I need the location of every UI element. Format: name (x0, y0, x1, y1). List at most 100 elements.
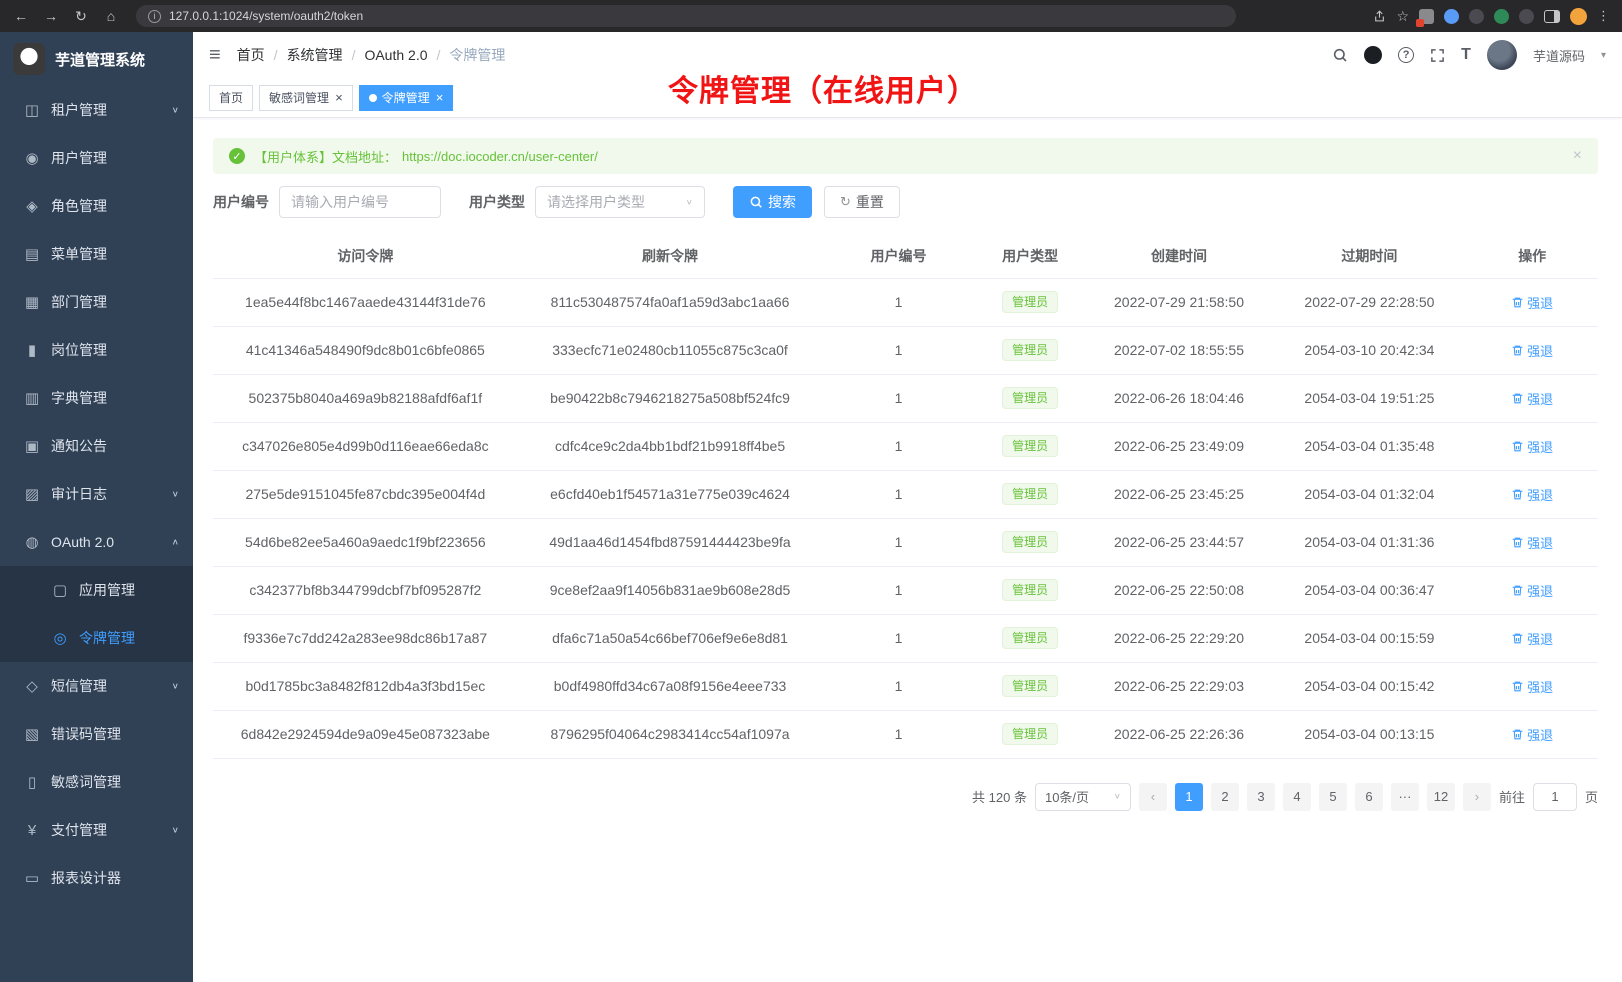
success-check-icon: ✓ (229, 148, 245, 164)
page-button[interactable]: 3 (1247, 783, 1275, 811)
user-type-cell: 管理员 (975, 710, 1086, 758)
sidebar-toggle-icon[interactable]: ≡ (209, 45, 221, 65)
access-token-cell: 502375b8040a469a9b82188afdf6af1f (213, 374, 518, 422)
force-logout-button[interactable]: 强退 (1511, 341, 1553, 360)
dict-icon: ▥ (20, 389, 44, 407)
site-info-icon[interactable]: i (148, 10, 161, 23)
alert-close-icon[interactable]: × (1573, 148, 1582, 164)
sidebar-item-role[interactable]: ◈ 角色管理 (0, 182, 193, 230)
side-panel-icon[interactable] (1544, 10, 1560, 23)
sidebar-item-report-designer[interactable]: ▭ 报表设计器 (0, 854, 193, 902)
expire-time-cell: 2054-03-04 01:31:36 (1272, 518, 1466, 566)
page-button[interactable]: 5 (1319, 783, 1347, 811)
browser-forward-button[interactable]: → (38, 4, 64, 28)
browser-back-button[interactable]: ← (8, 4, 34, 28)
sidebar-item-oauth2-token[interactable]: ◎ 令牌管理 (0, 614, 193, 662)
sidebar-item-oauth2[interactable]: ◍ OAuth 2.0 ∧ (0, 518, 193, 566)
force-logout-button[interactable]: 强退 (1511, 725, 1553, 744)
browser-profile-avatar[interactable] (1570, 8, 1587, 25)
user-type-cell: 管理员 (975, 470, 1086, 518)
breadcrumb-item[interactable]: 令牌管理 (428, 45, 506, 65)
actions-cell: 强退 (1466, 566, 1598, 614)
user-id-input[interactable] (279, 186, 441, 218)
search-icon[interactable] (1332, 47, 1348, 63)
sidebar-item-notice[interactable]: ▣ 通知公告 (0, 422, 193, 470)
force-logout-button[interactable]: 强退 (1511, 437, 1553, 456)
help-icon[interactable]: ? (1398, 47, 1414, 63)
extension-dark-icon[interactable] (1469, 9, 1484, 24)
refresh-token-cell: 49d1aa46d1454fbd87591444423be9fa (518, 518, 823, 566)
bookmark-star-icon[interactable]: ☆ (1396, 8, 1409, 25)
app-logo[interactable]: 芋道管理系统 (0, 32, 193, 86)
github-icon[interactable] (1364, 46, 1382, 64)
sidebar-item-oauth2-app[interactable]: ▢ 应用管理 (0, 566, 193, 614)
user-type-cell: 管理员 (975, 326, 1086, 374)
tab-close-icon[interactable]: × (436, 91, 444, 104)
breadcrumb-item[interactable]: 系统管理 (265, 45, 343, 65)
page-button[interactable]: 4 (1283, 783, 1311, 811)
extensions-puzzle-icon[interactable] (1519, 9, 1534, 24)
sidebar-item-label: 令牌管理 (79, 628, 179, 648)
browser-reload-button[interactable]: ↻ (68, 4, 94, 28)
tab[interactable]: 令牌管理 × (359, 85, 454, 111)
breadcrumb-item[interactable]: OAuth 2.0 (343, 47, 428, 63)
fullscreen-icon[interactable] (1430, 48, 1445, 63)
extension-green-icon[interactable] (1494, 9, 1509, 24)
page-button[interactable]: ··· (1391, 783, 1419, 811)
force-logout-button[interactable]: 强退 (1511, 533, 1553, 552)
force-logout-button[interactable]: 强退 (1511, 677, 1553, 696)
browser-home-button[interactable]: ⌂ (98, 4, 124, 28)
sidebar-item-tenant[interactable]: ◫ 租户管理 ∨ (0, 86, 193, 134)
goto-label: 前往 (1499, 787, 1525, 806)
sidebar-item-error-code[interactable]: ▧ 错误码管理 (0, 710, 193, 758)
trash-icon (1511, 296, 1524, 309)
create-time-cell: 2022-06-26 18:04:46 (1086, 374, 1273, 422)
tab-close-icon[interactable]: × (335, 91, 343, 104)
prev-page-button[interactable]: ‹ (1139, 783, 1167, 811)
extension-blue-icon[interactable] (1444, 9, 1459, 24)
force-logout-button[interactable]: 强退 (1511, 629, 1553, 648)
force-logout-button[interactable]: 强退 (1511, 389, 1553, 408)
reset-button[interactable]: ↻ 重置 (824, 186, 900, 218)
force-logout-button[interactable]: 强退 (1511, 293, 1553, 312)
sidebar-item-dept[interactable]: ▦ 部门管理 (0, 278, 193, 326)
user-menu-caret-icon[interactable]: ▾ (1601, 50, 1606, 61)
sidebar-item-sms[interactable]: ◇ 短信管理 ∨ (0, 662, 193, 710)
expire-time-cell: 2054-03-10 20:42:34 (1272, 326, 1466, 374)
app-title: 芋道管理系统 (55, 49, 145, 70)
font-size-icon[interactable]: T (1461, 46, 1471, 64)
sidebar-item-audit-log[interactable]: ▨ 审计日志 ∨ (0, 470, 193, 518)
sidebar-item-menu[interactable]: ▤ 菜单管理 (0, 230, 193, 278)
access-token-cell: 41c41346a548490f9dc8b01c6bfe0865 (213, 326, 518, 374)
tab[interactable]: 敏感词管理 × (259, 85, 353, 111)
force-logout-button[interactable]: 强退 (1511, 485, 1553, 504)
user-type-select[interactable]: 请选择用户类型 ∨ (535, 186, 705, 218)
page-button[interactable]: 1 (1175, 783, 1203, 811)
user-name[interactable]: 芋道源码 (1533, 46, 1585, 65)
sidebar-item-sensitive-word[interactable]: ▯ 敏感词管理 (0, 758, 193, 806)
user-avatar[interactable] (1487, 40, 1517, 70)
breadcrumb-item[interactable]: 首页 (237, 45, 265, 65)
sidebar-item-pay[interactable]: ¥ 支付管理 ∨ (0, 806, 193, 854)
page-size-select[interactable]: 10条/页 ∨ (1035, 783, 1131, 811)
browser-menu-icon[interactable]: ⋮ (1597, 8, 1610, 24)
doc-link[interactable]: https://doc.iocoder.cn/user-center/ (402, 149, 598, 164)
user-type-tag: 管理员 (1002, 339, 1058, 361)
force-logout-label: 强退 (1527, 581, 1553, 600)
tab[interactable]: 首页 × (209, 85, 253, 111)
share-icon[interactable] (1373, 9, 1386, 23)
sidebar-item-post[interactable]: ▮ 岗位管理 (0, 326, 193, 374)
next-page-button[interactable]: › (1463, 783, 1491, 811)
search-button[interactable]: 搜索 (733, 186, 812, 218)
page-button[interactable]: 12 (1427, 783, 1455, 811)
page-button[interactable]: 6 (1355, 783, 1383, 811)
trash-icon (1511, 536, 1524, 549)
sidebar-item-user[interactable]: ◉ 用户管理 (0, 134, 193, 182)
page-button[interactable]: 2 (1211, 783, 1239, 811)
extension-badge-icon[interactable] (1419, 9, 1434, 24)
sidebar-item-dict[interactable]: ▥ 字典管理 (0, 374, 193, 422)
force-logout-button[interactable]: 强退 (1511, 581, 1553, 600)
browser-address-bar[interactable]: i 127.0.0.1:1024/system/oauth2/token (136, 5, 1236, 27)
goto-page-input[interactable] (1533, 783, 1577, 811)
force-logout-label: 强退 (1527, 389, 1553, 408)
